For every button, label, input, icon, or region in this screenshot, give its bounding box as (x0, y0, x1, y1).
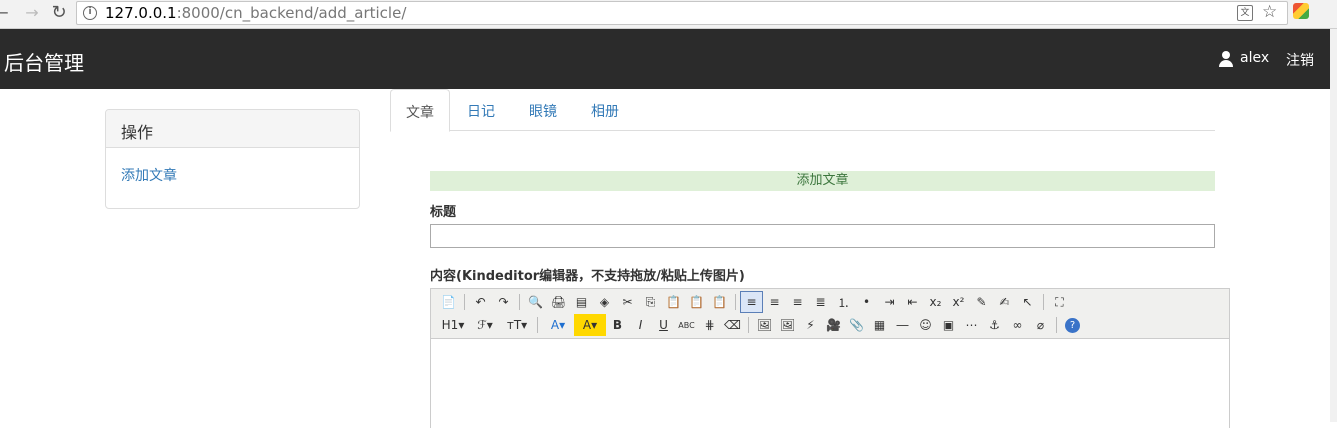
title-input[interactable] (430, 224, 1215, 248)
kindeditor: 📄 ↶ ↷ 🔍 🖨 ▤ ◈ ✂ ⎘ 📋 📋 📋 ≡ ≡ ≡ ≣ ⒈ • ⇥ ⇤ x₂ x² ✎ ✍ ↖ ⛶ H1▾ ℱ▾ ᴛT▾ A▾ A… (430, 288, 1230, 428)
align-left-icon[interactable]: ≡ (740, 291, 763, 313)
redo-icon[interactable]: ↷ (492, 291, 515, 313)
cut-icon[interactable]: ✂ (616, 291, 639, 313)
align-justify-icon[interactable]: ≣ (809, 291, 832, 313)
unlink-icon[interactable]: ⌀ (1029, 314, 1052, 336)
highlight-icon[interactable]: A▾ (574, 314, 606, 336)
superscript-icon[interactable]: x² (947, 291, 970, 313)
source-icon[interactable]: 📄 (437, 291, 460, 313)
bookmark-star-icon[interactable]: ☆ (1262, 2, 1277, 22)
toolbar-separator (1056, 317, 1057, 333)
tab-glasses[interactable]: 眼镜 (514, 89, 572, 131)
insert-file-icon[interactable]: 📎 (845, 314, 868, 336)
toolbar-separator (1043, 294, 1044, 310)
user-icon (1218, 51, 1234, 67)
translate-icon[interactable]: 文 (1237, 5, 1253, 21)
toolbar-separator (748, 317, 749, 333)
code-icon[interactable]: ◈ (593, 291, 616, 313)
unordered-list-icon[interactable]: • (855, 291, 878, 313)
url-text[interactable]: 127.0.0.1:8000/cn_backend/add_article/ (105, 4, 406, 22)
align-right-icon[interactable]: ≡ (786, 291, 809, 313)
copy-icon[interactable]: ⎘ (639, 291, 662, 313)
page-scrollbar[interactable] (1330, 29, 1337, 422)
anchor-icon[interactable]: ⚓ (983, 314, 1006, 336)
italic-icon[interactable]: I (629, 314, 652, 336)
font-color-icon[interactable]: A▾ (542, 314, 574, 336)
remove-format-icon[interactable]: ⌫ (721, 314, 744, 336)
line-height-icon[interactable]: ⋕ (698, 314, 721, 336)
brand-title[interactable]: 后台管理 (4, 47, 84, 76)
preview-icon[interactable]: 🔍 (524, 291, 547, 313)
page-break-icon[interactable]: ⋯ (960, 314, 983, 336)
nav-tabs: 文章 日记 眼镜 相册 (390, 89, 1215, 132)
indent-icon[interactable]: ⇥ (878, 291, 901, 313)
image-icon[interactable]: 🖼 (753, 314, 776, 336)
reload-icon[interactable]: ↻ (49, 3, 69, 23)
paste-icon[interactable]: 📋 (662, 291, 685, 313)
bold-icon[interactable]: B (606, 314, 629, 336)
flash-icon[interactable]: ⚡ (799, 314, 822, 336)
undo-icon[interactable]: ↶ (469, 291, 492, 313)
toolbar-separator (537, 317, 538, 333)
content-label: 内容(Kindeditor编辑器，不支持拖放/粘贴上传图片) (430, 269, 745, 284)
quick-format-icon[interactable]: ✍ (993, 291, 1016, 313)
toolbar-separator (735, 294, 736, 310)
extension-icon[interactable] (1293, 3, 1309, 19)
heading-icon[interactable]: H1▾ (437, 314, 469, 336)
baidu-map-icon[interactable]: ▣ (937, 314, 960, 336)
help-icon[interactable]: ? (1065, 317, 1080, 333)
fullscreen-icon[interactable]: ⛶ (1048, 291, 1071, 313)
toolbar-separator (519, 294, 520, 310)
back-icon[interactable]: ← (0, 3, 12, 23)
forward-icon[interactable]: → (22, 3, 42, 23)
paste-plain-icon[interactable]: 📋 (685, 291, 708, 313)
strikethrough-icon[interactable]: ABC (675, 314, 698, 336)
browser-toolbar: ← → ↻ i 127.0.0.1:8000/cn_backend/add_ar… (0, 0, 1337, 29)
select-all-icon[interactable]: ↖ (1016, 291, 1039, 313)
outdent-icon[interactable]: ⇤ (901, 291, 924, 313)
subscript-icon[interactable]: x₂ (924, 291, 947, 313)
multi-image-icon[interactable]: 🖼 (776, 314, 799, 336)
table-icon[interactable]: ▦ (868, 314, 891, 336)
user-name-link[interactable]: alex (1240, 50, 1269, 66)
template-icon[interactable]: ▤ (570, 291, 593, 313)
font-size-icon[interactable]: ᴛT▾ (501, 314, 533, 336)
media-icon[interactable]: 🎥 (822, 314, 845, 336)
sidebar-panel: 操作 添加文章 (105, 109, 360, 209)
toolbar-separator (464, 294, 465, 310)
address-bar[interactable]: i 127.0.0.1:8000/cn_backend/add_article/… (76, 1, 1288, 25)
url-host: 127.0.0.1 (105, 4, 177, 22)
top-navbar: 后台管理 alex 注销 (0, 29, 1330, 89)
info-icon[interactable]: i (83, 6, 97, 20)
print-icon[interactable]: 🖨 (547, 291, 570, 313)
form-header: 添加文章 (430, 171, 1215, 191)
panel-heading: 操作 (106, 110, 359, 148)
toolbar-row-2: H1▾ ℱ▾ ᴛT▾ A▾ A▾ B I U ABC ⋕ ⌫ 🖼 🖼 ⚡ 🎥 📎 ▦ ― ☺ ▣ ⋯ ⚓ ∞ ⌀? (437, 314, 1084, 336)
clear-html-icon[interactable]: ✎ (970, 291, 993, 313)
tab-album[interactable]: 相册 (576, 89, 634, 131)
emoticons-icon[interactable]: ☺ (914, 314, 937, 336)
url-path: :8000/cn_backend/add_article/ (176, 4, 407, 22)
editor-content-area[interactable] (431, 340, 1229, 428)
hr-icon[interactable]: ― (891, 314, 914, 336)
editor-toolbar: 📄 ↶ ↷ 🔍 🖨 ▤ ◈ ✂ ⎘ 📋 📋 📋 ≡ ≡ ≡ ≣ ⒈ • ⇥ ⇤ x₂ x² ✎ ✍ ↖ ⛶ H1▾ ℱ▾ ᴛT▾ A▾ A… (431, 289, 1229, 339)
paste-word-icon[interactable]: 📋 (708, 291, 731, 313)
ordered-list-icon[interactable]: ⒈ (832, 291, 855, 313)
title-label: 标题 (430, 205, 457, 220)
tab-diary[interactable]: 日记 (452, 89, 510, 131)
logout-link[interactable]: 注销 (1286, 50, 1314, 70)
underline-icon[interactable]: U (652, 314, 675, 336)
add-article-link[interactable]: 添加文章 (121, 165, 177, 185)
toolbar-row-1: 📄 ↶ ↷ 🔍 🖨 ▤ ◈ ✂ ⎘ 📋 📋 📋 ≡ ≡ ≡ ≣ ⒈ • ⇥ ⇤ x₂ x² ✎ ✍ ↖ ⛶ (437, 291, 1071, 313)
font-family-icon[interactable]: ℱ▾ (469, 314, 501, 336)
align-center-icon[interactable]: ≡ (763, 291, 786, 313)
link-icon[interactable]: ∞ (1006, 314, 1029, 336)
tab-article[interactable]: 文章 (390, 89, 450, 132)
